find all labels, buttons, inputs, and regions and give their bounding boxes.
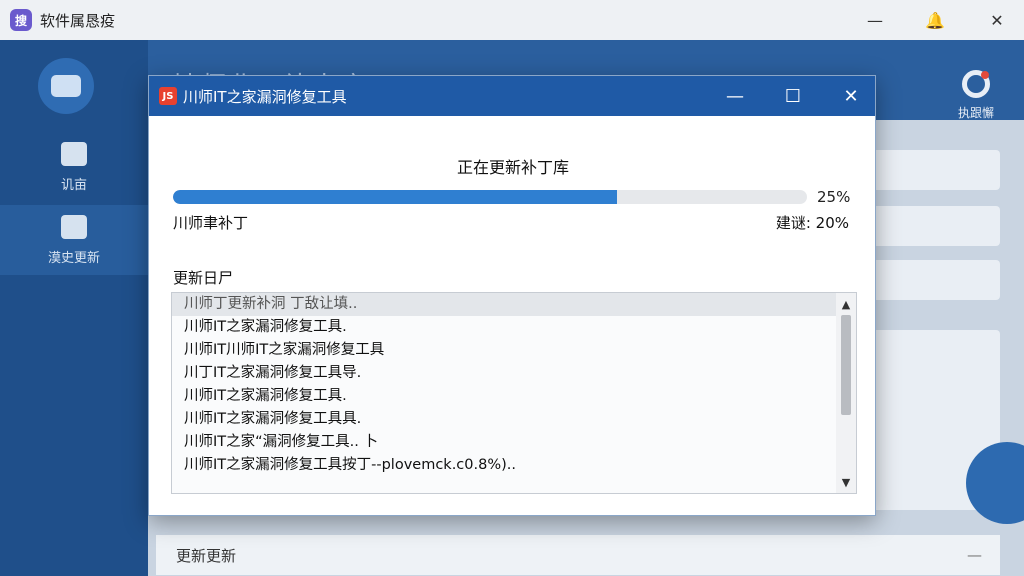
log-line[interactable]: 川师IT之家漏洞修复工具.	[172, 385, 836, 408]
chat-icon	[51, 75, 81, 97]
progress-fill	[173, 190, 617, 204]
progress-speed-label: 建谜: 20%	[775, 214, 849, 232]
update-dialog: JS 川师IT之家漏洞修复工具 — ☐ ✕ 正在更新补丁库 25% 川师聿补丁 …	[148, 75, 876, 516]
sidebar-item-history[interactable]: 漠史更新	[0, 205, 148, 275]
app-titlebar: 搜 软件属恳疫 — 🔔 ✕	[0, 0, 1024, 40]
log-line[interactable]: 川师IT之家漏洞修复工具.	[172, 316, 836, 339]
log-scrollbar[interactable]: ▲ ▼	[836, 293, 856, 493]
scroll-thumb[interactable]	[841, 315, 851, 415]
dialog-maximize-button[interactable]: ☐	[773, 82, 813, 110]
progress-bar	[173, 190, 807, 204]
document-icon	[61, 214, 87, 239]
app-logo-icon: 搜	[10, 9, 32, 31]
dialog-minimize-button[interactable]: —	[715, 82, 755, 110]
scroll-up-icon[interactable]: ▲	[836, 295, 856, 313]
gear-icon	[961, 70, 990, 98]
log-line[interactable]: 川师IT之家漏洞修复工具具.	[172, 408, 836, 431]
dialog-close-button[interactable]: ✕	[831, 82, 871, 110]
log-line[interactable]: 川师IT之家“漏洞修复工具.. 卜	[172, 431, 836, 454]
log-line[interactable]: 川师IT之家漏洞修复工具按丁--plovemck.c0.8%)..	[172, 454, 836, 477]
log-line[interactable]: 川师IT川师IT之家漏洞修复工具	[172, 339, 836, 362]
sidebar-item-label: 漠史更新	[47, 250, 100, 266]
scroll-down-icon[interactable]: ▼	[836, 473, 856, 491]
settings-button[interactable]: 执跟懈	[958, 70, 994, 121]
log-label: 更新日尸	[173, 269, 234, 287]
app-title: 软件属恳疫	[40, 11, 116, 30]
app-sidebar: 讥亩 漠史更新	[0, 40, 148, 576]
collapse-icon[interactable]: —	[967, 546, 982, 564]
settings-label: 执跟懈	[957, 106, 994, 120]
app-close-button[interactable]: ✕	[982, 6, 1012, 34]
log-line[interactable]: 川师丁更新补洞 丁敌让填..	[172, 293, 836, 316]
dialog-titlebar[interactable]: JS 川师IT之家漏洞修复工具 — ☐ ✕	[149, 76, 875, 116]
app-minimize-button[interactable]: —	[860, 6, 890, 34]
progress-percent: 25%	[817, 188, 851, 206]
bottom-row-label: 更新更新	[176, 546, 237, 565]
progress-item-label: 川师聿补丁	[173, 214, 249, 232]
status-title: 正在更新补丁库	[456, 158, 569, 177]
sidebar-item-gift[interactable]: 讥亩	[0, 132, 148, 202]
notification-dot	[980, 71, 989, 79]
dialog-title: 川师IT之家漏洞修复工具	[183, 87, 347, 106]
sidebar-item-label: 讥亩	[60, 177, 87, 193]
bell-icon[interactable]: 🔔	[920, 6, 950, 34]
avatar[interactable]	[38, 58, 94, 114]
log-box[interactable]: 川师丁更新补洞 丁敌让填.. 川师IT之家漏洞修复工具. 川师IT川师IT之家漏洞修…	[171, 292, 857, 494]
log-list[interactable]: 川师丁更新补洞 丁敌让填.. 川师IT之家漏洞修复工具. 川师IT川师IT之家漏洞修…	[172, 293, 836, 493]
tool-icon: JS	[159, 87, 177, 105]
bottom-row[interactable]: 更新更新 —	[156, 535, 1000, 575]
gift-icon	[61, 141, 87, 166]
log-line[interactable]: 川丁IT之家漏洞修复工具导.	[172, 362, 836, 385]
